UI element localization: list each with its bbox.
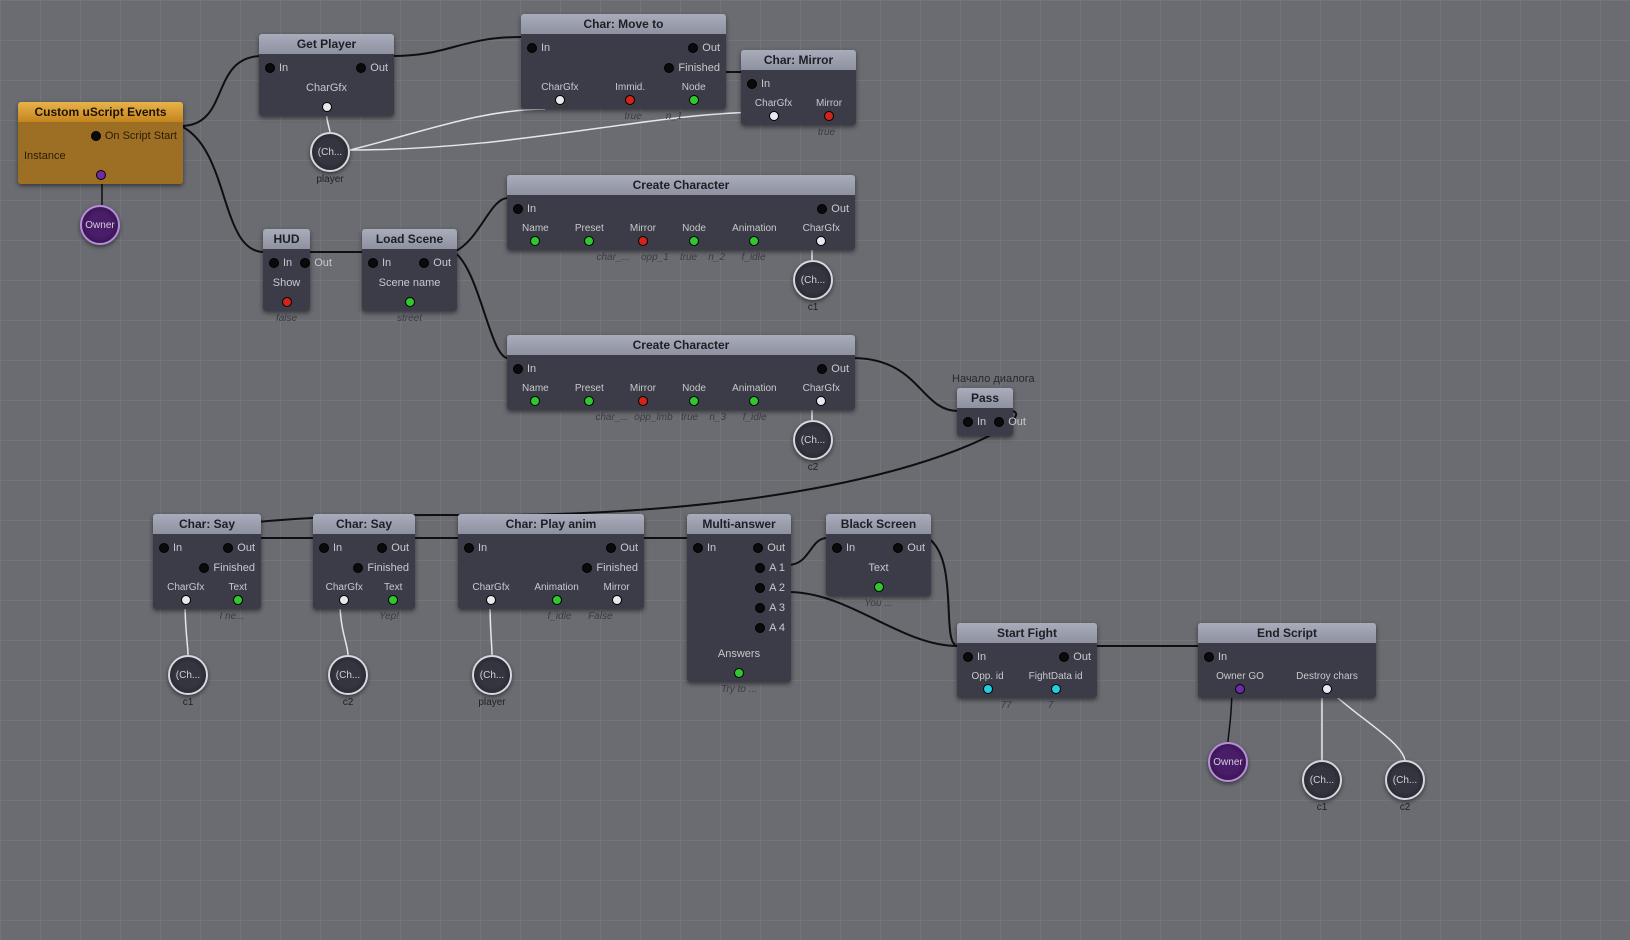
node-title: Get Player bbox=[259, 34, 394, 54]
node-end-script[interactable]: End Script In Owner GO Destroy chars bbox=[1198, 623, 1376, 698]
comment-dialog-start: Начало диалога bbox=[952, 373, 1035, 385]
node-create-character-1[interactable]: Create Character InOut Name Preset Mirro… bbox=[507, 175, 855, 250]
node-title: Char: Say bbox=[313, 514, 415, 534]
node-get-player[interactable]: Get Player InOut CharGfx bbox=[259, 34, 394, 116]
node-pass[interactable]: Pass InOut bbox=[957, 388, 1013, 436]
node-start-fight[interactable]: Start Fight InOut Opp. id FightData id 7… bbox=[957, 623, 1097, 698]
blob-say1-c1[interactable]: (Ch...c1 bbox=[168, 655, 208, 695]
node-custom-uscript-events[interactable]: Custom uScript Events On Script Start In… bbox=[18, 102, 183, 184]
blob-c1[interactable]: (Ch...c1 bbox=[793, 260, 833, 300]
node-title: Custom uScript Events bbox=[18, 102, 183, 122]
node-char-say-1[interactable]: Char: Say InOut Finished CharGfxText I n… bbox=[153, 514, 261, 609]
blob-owner[interactable]: Owner bbox=[80, 205, 120, 245]
blob-end-owner[interactable]: Owner bbox=[1208, 742, 1248, 782]
node-hud[interactable]: HUD InOut Show false bbox=[263, 229, 310, 311]
node-char-mirror[interactable]: Char: Mirror In CharGfx Mirror true bbox=[741, 50, 856, 125]
node-title: HUD bbox=[263, 229, 310, 249]
node-multi-answer[interactable]: Multi-answer InOut A 1 A 2 A 3 A 4 Answe… bbox=[687, 514, 791, 682]
blob-end-c1[interactable]: (Ch...c1 bbox=[1302, 760, 1342, 800]
node-title: Char: Play anim bbox=[458, 514, 644, 534]
node-title: Multi-answer bbox=[687, 514, 791, 534]
node-title: Char: Move to bbox=[521, 14, 726, 34]
node-title: Start Fight bbox=[957, 623, 1097, 643]
node-title: Pass bbox=[957, 388, 1013, 408]
node-create-character-2[interactable]: Create Character InOut Name Preset Mirro… bbox=[507, 335, 855, 410]
node-char-move-to[interactable]: Char: Move to InOut Finished CharGfx Imm… bbox=[521, 14, 726, 109]
node-black-screen[interactable]: Black Screen InOut Text You ... bbox=[826, 514, 931, 596]
blob-play-player[interactable]: (Ch...player bbox=[472, 655, 512, 695]
blob-player[interactable]: (Ch...player bbox=[310, 132, 350, 172]
node-char-say-2[interactable]: Char: Say InOut Finished CharGfxText Yep… bbox=[313, 514, 415, 609]
blob-say2-c2[interactable]: (Ch...c2 bbox=[328, 655, 368, 695]
blob-end-c2[interactable]: (Ch...c2 bbox=[1385, 760, 1425, 800]
node-title: Create Character bbox=[507, 335, 855, 355]
node-load-scene[interactable]: Load Scene InOut Scene name street bbox=[362, 229, 457, 311]
blob-c2[interactable]: (Ch...c2 bbox=[793, 420, 833, 460]
node-title: Create Character bbox=[507, 175, 855, 195]
node-title: Load Scene bbox=[362, 229, 457, 249]
node-title: End Script bbox=[1198, 623, 1376, 643]
node-title: Char: Mirror bbox=[741, 50, 856, 70]
node-title: Black Screen bbox=[826, 514, 931, 534]
node-title: Char: Say bbox=[153, 514, 261, 534]
node-char-play-anim[interactable]: Char: Play anim InOut Finished CharGfx A… bbox=[458, 514, 644, 609]
